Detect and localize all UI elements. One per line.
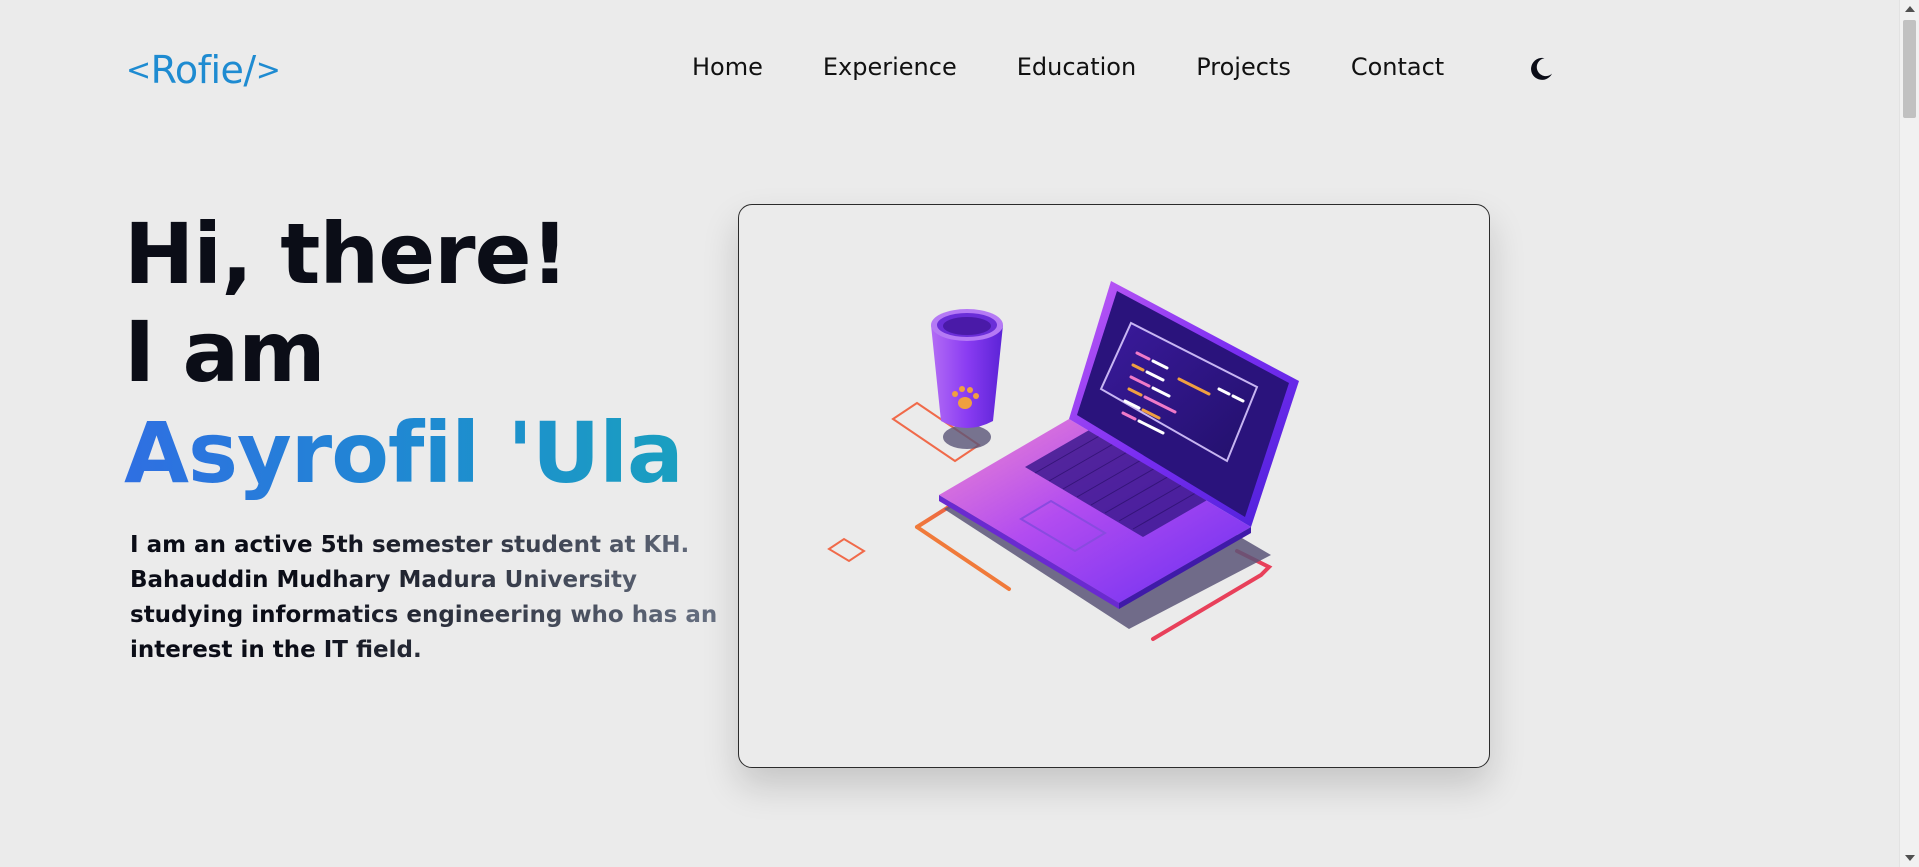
laptop-and-coffee-cup-illustration bbox=[827, 281, 1299, 641]
moon-icon bbox=[1531, 57, 1552, 80]
hero-greeting: Hi, there! bbox=[124, 205, 569, 303]
page-scrollbar[interactable] bbox=[1899, 0, 1919, 867]
hero-intro: I am bbox=[124, 303, 326, 401]
scrollbar-thumb[interactable] bbox=[1903, 20, 1916, 118]
main-nav: Home Experience Education Projects Conta… bbox=[692, 50, 1444, 84]
nav-contact[interactable]: Contact bbox=[1351, 50, 1444, 84]
nav-experience[interactable]: Experience bbox=[823, 50, 957, 84]
theme-toggle-button[interactable] bbox=[1527, 55, 1555, 83]
logo-open-bracket: < bbox=[126, 53, 151, 88]
logo-text: Rofie/ bbox=[150, 48, 257, 92]
site-logo[interactable]: <Rofie/> bbox=[126, 44, 281, 100]
hero-description: I am an active 5th semester student at K… bbox=[130, 528, 720, 668]
nav-home[interactable]: Home bbox=[692, 50, 763, 84]
hero-name: Asyrofil 'Ula bbox=[124, 404, 684, 502]
nav-education[interactable]: Education bbox=[1017, 50, 1136, 84]
scroll-down-arrow-icon[interactable] bbox=[1905, 855, 1915, 861]
hero-illustration-card bbox=[738, 204, 1490, 768]
scroll-up-arrow-icon[interactable] bbox=[1905, 6, 1915, 12]
nav-projects[interactable]: Projects bbox=[1196, 50, 1291, 84]
logo-close-bracket: > bbox=[255, 53, 281, 88]
